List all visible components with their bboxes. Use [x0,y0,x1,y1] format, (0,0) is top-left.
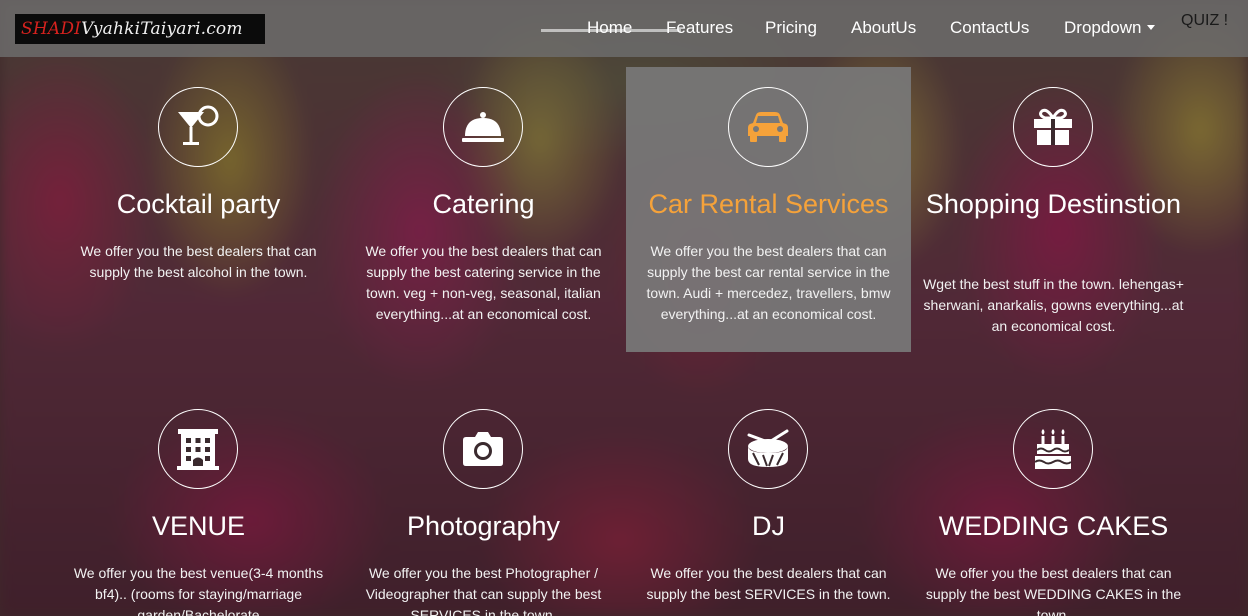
cocktail-icon [158,87,238,167]
cake-icon [1013,409,1093,489]
building-icon [158,409,238,489]
nav-home[interactable]: Home [587,18,632,38]
service-card-dj[interactable]: DJ We offer you the best dealers that ca… [626,389,911,616]
service-description: We offer you the best Photographer / Vid… [365,565,602,616]
service-description: Wget the best stuff in the town. lehenga… [923,276,1184,334]
car-icon [728,87,808,167]
service-card-wedding-cakes[interactable]: WEDDING CAKES We offer you the best deal… [911,389,1196,616]
nav-dropdown-label: Dropdown [1064,18,1142,37]
nav-pricing[interactable]: Pricing [765,18,817,38]
nav-features[interactable]: Features [666,18,733,38]
nav-links: Home Features Pricing AboutUs ContactUs … [0,0,1248,57]
service-title: Catering [432,189,535,219]
service-description: We offer you the best dealers that can s… [925,565,1182,616]
service-description: We offer you the best dealers that can s… [646,565,891,602]
cloche-icon [443,87,523,167]
service-title: Cocktail party [116,189,281,219]
caret-down-icon [1146,25,1155,30]
service-title: WEDDING CAKES [938,511,1169,541]
service-title: Photography [406,511,561,541]
drum-icon [728,409,808,489]
service-card-car-rental[interactable]: Car Rental Services We offer you the bes… [626,67,911,352]
service-title: DJ [752,511,785,541]
service-card-photography[interactable]: Photography We offer you the best Photog… [341,389,626,616]
service-description: We offer you the best dealers that can s… [80,243,317,280]
service-card-catering[interactable]: Catering We offer you the best dealers t… [341,67,626,352]
service-card-venue[interactable]: VENUE We offer you the best venue(3-4 mo… [56,389,341,616]
service-description: We offer you the best venue(3-4 months b… [73,565,324,616]
service-title: Car Rental Services [648,189,889,219]
nav-dropdown[interactable]: Dropdown [1064,18,1155,38]
nav-aboutus[interactable]: AboutUs [851,18,916,38]
service-card-cocktail[interactable]: Cocktail party We offer you the best dea… [56,67,341,352]
service-description: We offer you the best dealers that can s… [365,243,602,322]
service-card-shopping[interactable]: Shopping Destinstion Wget the best stuff… [911,67,1196,352]
gift-icon [1013,87,1093,167]
service-title: Shopping Destinstion [925,189,1182,219]
nav-contactus[interactable]: ContactUs [950,18,1029,38]
service-description: We offer you the best dealers that can s… [646,243,891,322]
quiz-link[interactable]: QUIZ ! [1181,12,1228,30]
service-title: VENUE [151,511,246,541]
camera-icon [443,409,523,489]
navbar: SHADI VyahkiTaiyari.com Home Features Pri… [0,0,1248,57]
